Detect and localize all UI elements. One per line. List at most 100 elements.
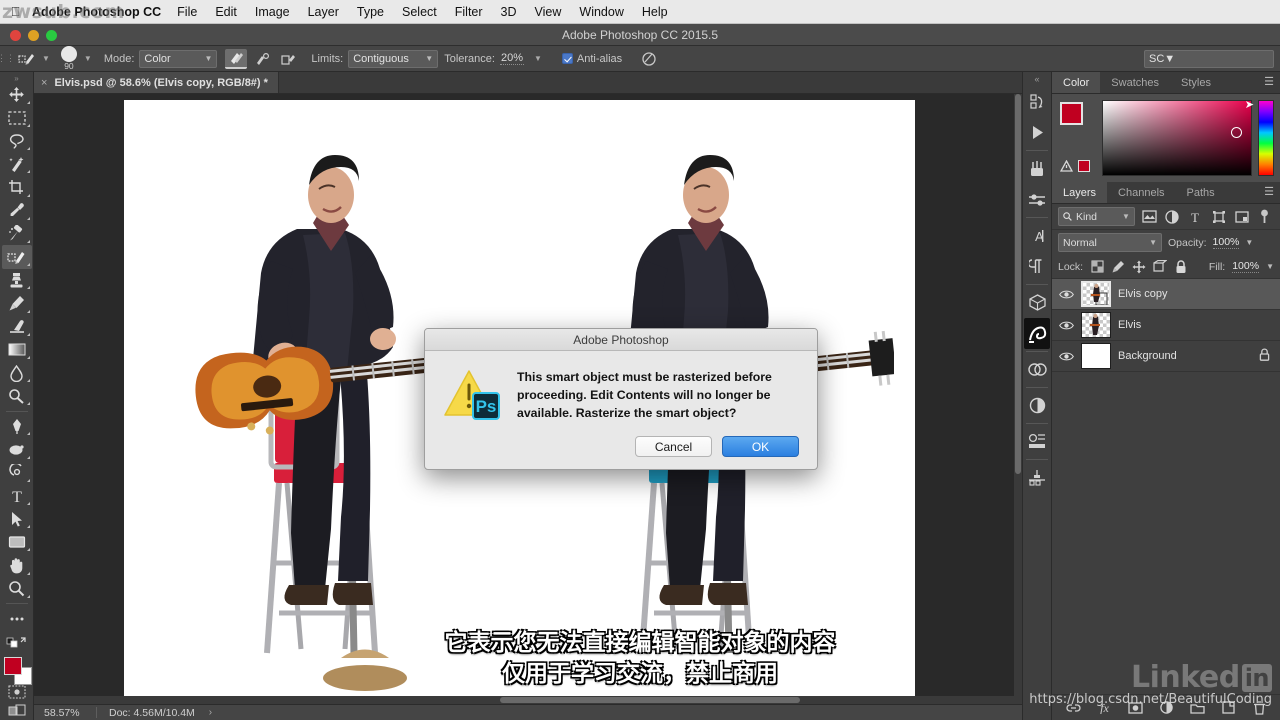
fill-value[interactable]: 100% (1232, 260, 1260, 273)
hand-tool[interactable] (2, 554, 32, 577)
hue-strip[interactable] (1258, 100, 1274, 176)
color-field-picker-handle[interactable] (1231, 127, 1242, 138)
layer-thumbnail-elvis-copy[interactable] (1081, 281, 1111, 307)
shape-blob-tool[interactable] (2, 438, 32, 461)
maximize-window-button[interactable] (46, 30, 57, 41)
tab-channels[interactable]: Channels (1107, 182, 1176, 203)
fill-chevron-down-icon[interactable]: ▼ (1266, 262, 1274, 271)
color-field[interactable] (1102, 100, 1252, 176)
rasterize-dialog[interactable]: Adobe Photoshop Ps This smart object mus… (424, 328, 818, 470)
layer-row-elvis-copy[interactable]: Elvis copy (1052, 279, 1280, 310)
blur-tool[interactable] (2, 361, 32, 384)
zoom-tool[interactable] (2, 577, 32, 600)
clone-stamp-tool[interactable] (2, 269, 32, 292)
screen-mode-icon[interactable] (2, 701, 32, 720)
vertical-scrollbar-thumb[interactable] (1015, 94, 1021, 474)
eyedropper-tool[interactable] (2, 199, 32, 222)
horizontal-scrollbar[interactable] (34, 696, 1022, 704)
tab-swatches[interactable]: Swatches (1100, 72, 1170, 93)
filter-adjustment-layers-icon[interactable] (1163, 207, 1181, 226)
lock-image-pixels-icon[interactable] (1111, 260, 1125, 274)
layer-visibility-icon-elvis-copy[interactable] (1058, 289, 1074, 300)
vertical-scrollbar[interactable] (1014, 94, 1022, 696)
lasso-tool[interactable] (2, 129, 32, 152)
foreground-color-swatch[interactable] (3, 656, 22, 675)
sampling-background-swatch-icon[interactable] (277, 49, 299, 69)
pressure-toggle-icon[interactable] (636, 48, 662, 70)
freeform-pen-tool[interactable] (2, 461, 32, 484)
close-window-button[interactable] (10, 30, 21, 41)
lock-all-icon[interactable] (1174, 259, 1188, 274)
collapse-panels-icon[interactable]: « (1022, 72, 1052, 86)
layer-visibility-icon-background[interactable] (1058, 351, 1074, 362)
brush-settings-panel-icon[interactable] (1024, 184, 1050, 215)
filter-pixel-layers-icon[interactable] (1140, 207, 1158, 226)
marquee-tool[interactable] (2, 106, 32, 129)
lock-position-icon[interactable] (1132, 260, 1146, 274)
character-panel-icon[interactable]: A (1024, 220, 1050, 251)
opacity-value[interactable]: 100% (1212, 236, 1240, 249)
tolerance-chevron-down-icon[interactable]: ▼ (534, 54, 542, 63)
menu-item-select[interactable]: Select (402, 5, 437, 19)
sampling-once-icon[interactable] (251, 49, 273, 69)
opacity-chevron-down-icon[interactable]: ▼ (1245, 238, 1253, 247)
status-expand-icon[interactable]: › (209, 707, 212, 718)
menu-app-name[interactable]: Adobe Photoshop CC (32, 5, 161, 19)
rectangle-tool[interactable] (2, 531, 32, 554)
apple-menu-icon[interactable]:  (8, 4, 23, 19)
actions-panel-icon[interactable] (1024, 117, 1050, 148)
menu-item-window[interactable]: Window (579, 5, 623, 19)
menu-item-type[interactable]: Type (357, 5, 384, 19)
adjustments-panel-icon[interactable] (1024, 390, 1050, 421)
workspace-select[interactable]: SC ▼ (1144, 49, 1274, 68)
menu-item-help[interactable]: Help (642, 5, 668, 19)
document-tab[interactable]: × Elvis.psd @ 58.6% (Elvis copy, RGB/8#)… (34, 72, 279, 93)
creative-cloud-libraries-icon[interactable] (1024, 354, 1050, 385)
menu-item-layer[interactable]: Layer (308, 5, 339, 19)
lock-artboard-nesting-icon[interactable] (1153, 260, 1168, 274)
crop-tool[interactable] (2, 176, 32, 199)
tab-paths[interactable]: Paths (1175, 182, 1226, 203)
more-tools-icon[interactable] (2, 607, 32, 630)
cancel-button[interactable]: Cancel (635, 436, 712, 457)
paragraph-panel-icon[interactable] (1024, 251, 1050, 282)
brushes-panel-icon[interactable] (1024, 153, 1050, 184)
layer-visibility-icon-elvis[interactable] (1058, 320, 1074, 331)
horizontal-scrollbar-thumb[interactable] (500, 697, 800, 703)
layer-row-background[interactable]: Background (1052, 341, 1280, 372)
mode-select[interactable]: Color ▼ (139, 49, 218, 68)
quick-mask-icon[interactable] (2, 682, 32, 701)
anti-alias-checkbox[interactable]: Anti-alias (561, 53, 622, 65)
options-bar-grip[interactable]: ⋮⋮ (0, 46, 15, 72)
close-document-icon[interactable]: × (41, 77, 47, 89)
filter-smart-objects-icon[interactable] (1233, 207, 1251, 226)
3d-panel-icon[interactable] (1024, 287, 1050, 318)
history-panel-icon[interactable] (1024, 86, 1050, 117)
move-tool[interactable] (2, 83, 32, 106)
sampling-continuous-icon[interactable] (225, 48, 248, 69)
timeline-panel-icon[interactable] (1024, 462, 1050, 493)
filter-toggle-icon[interactable] (1256, 207, 1274, 226)
minimize-window-button[interactable] (28, 30, 39, 41)
gradient-tool[interactable] (2, 338, 32, 361)
layer-kind-select[interactable]: Kind ▼ (1058, 207, 1135, 226)
menu-item-view[interactable]: View (535, 5, 562, 19)
history-brush-tool[interactable] (2, 292, 32, 315)
blend-mode-select[interactable]: Normal ▼ (1058, 233, 1162, 252)
tool-preset-caret-icon[interactable]: ▼ (42, 54, 50, 63)
zoom-level-value[interactable]: 58.57% (34, 707, 96, 719)
layers-panel-menu-icon[interactable]: ☰ (1264, 187, 1274, 198)
pen-tool[interactable] (2, 415, 32, 438)
ok-button[interactable]: OK (722, 436, 799, 457)
eraser-tool[interactable] (2, 315, 32, 338)
dodge-tool[interactable] (2, 385, 32, 408)
tab-layers[interactable]: Layers (1052, 182, 1108, 203)
active-tool-icon[interactable] (14, 48, 40, 70)
layer-thumbnail-background[interactable] (1081, 343, 1111, 369)
lock-transparent-pixels-icon[interactable] (1090, 260, 1104, 274)
menu-item-file[interactable]: File (177, 5, 197, 19)
menu-item-3d[interactable]: 3D (501, 5, 517, 19)
color-replacement-tool[interactable] (1, 245, 32, 269)
brush-size-control[interactable]: 90 (56, 46, 82, 71)
layer-thumbnail-elvis[interactable] (1081, 312, 1111, 338)
